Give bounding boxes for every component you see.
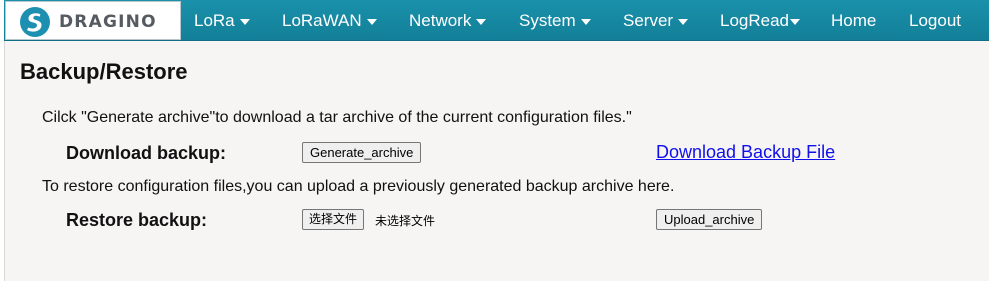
download-backup-label: Download backup: (66, 143, 227, 163)
nav-home[interactable]: Home (831, 0, 876, 41)
caret-down-icon (580, 18, 591, 25)
nav-logout-label: Logout (909, 10, 961, 30)
brand-logo[interactable]: DRAGINO (5, 1, 181, 40)
download-intro-text: Cilck "Generate archive"to download a ta… (42, 109, 632, 126)
nav-network-label: Network (409, 10, 472, 30)
no-file-chosen-text: 未选择文件 (375, 214, 436, 228)
nav-lorawan-label: LoRaWAN (282, 10, 362, 30)
generate-archive-button[interactable]: Generate_archive (302, 142, 422, 163)
nav-server[interactable]: Server (623, 0, 689, 41)
nav-lora-label: LoRa (194, 10, 235, 30)
caret-down-icon (678, 18, 689, 25)
nav-home-label: Home (831, 10, 877, 30)
nav-lorawan[interactable]: LoRaWAN (282, 0, 377, 41)
caret-down-icon (239, 18, 250, 25)
upload-archive-button[interactable]: Upload_archive (656, 209, 763, 230)
page-title: Backup/Restore (20, 59, 188, 84)
brand-logo-text: DRAGINO (59, 12, 157, 32)
nav-network[interactable]: Network (409, 0, 487, 41)
download-backup-file-link[interactable]: Download Backup File (656, 142, 835, 163)
nav-lora[interactable]: LoRa (194, 0, 250, 41)
nav-server-label: Server (623, 10, 674, 30)
nav-system[interactable]: System (519, 0, 591, 41)
choose-file-button[interactable]: 选择文件 (302, 209, 365, 230)
top-navbar: DRAGINO LoRa LoRaWAN Network System Serv… (4, 0, 989, 41)
caret-down-icon (790, 18, 801, 25)
nav-system-label: System (519, 10, 576, 30)
nav-logread[interactable]: LogRead (720, 0, 801, 41)
nav-logread-label: LogRead (720, 10, 790, 30)
dragino-logo-icon (20, 7, 50, 37)
restore-intro-text: To restore configuration files,you can u… (42, 178, 675, 195)
restore-backup-label: Restore backup: (66, 210, 208, 230)
caret-down-icon (366, 18, 377, 25)
page-background (4, 0, 989, 281)
caret-down-icon (476, 18, 487, 25)
nav-logout[interactable]: Logout (909, 0, 961, 41)
